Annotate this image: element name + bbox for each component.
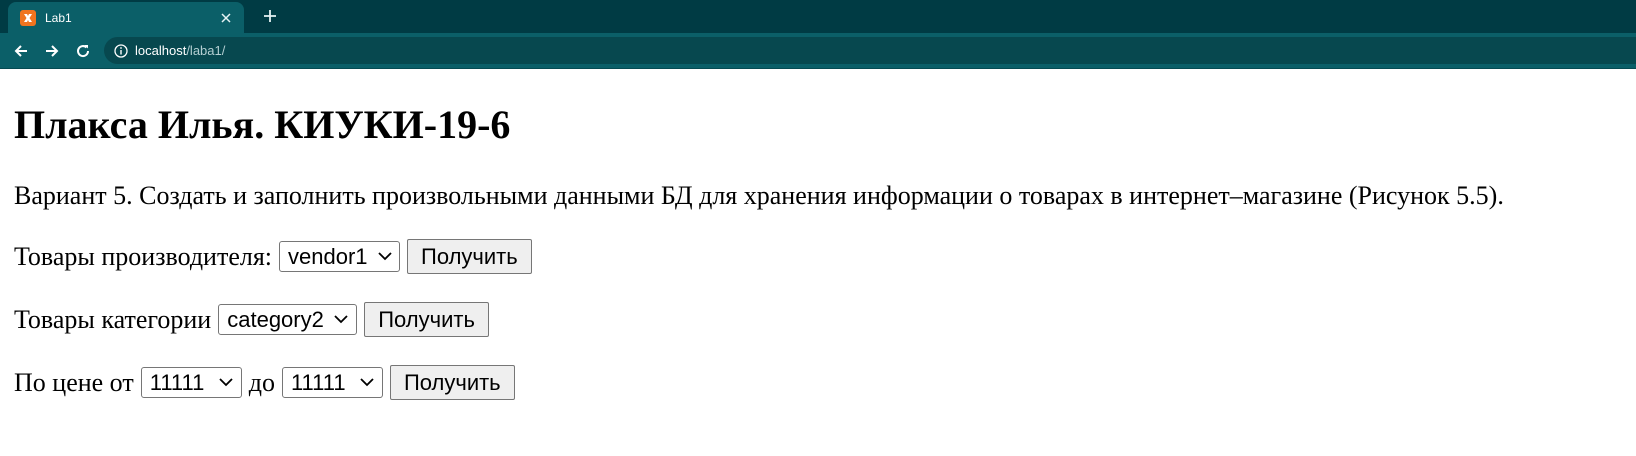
variant-description: Вариант 5. Создать и заполнить произволь… (14, 181, 1504, 210)
vendor-select[interactable]: vendor1 (279, 241, 401, 272)
tab-strip: Lab1 (0, 0, 1636, 33)
get-vendor-button[interactable]: Получить (407, 239, 532, 274)
price-from-select[interactable]: 11111 (140, 367, 242, 398)
back-arrow-icon[interactable] (7, 37, 35, 65)
vendor-label: Товары производителя: (14, 241, 273, 271)
new-tab-icon[interactable] (258, 4, 282, 28)
category-filter-row: Товары категории category2 Получить (14, 302, 489, 337)
chevron-down-icon (219, 378, 233, 387)
xampp-favicon-icon (20, 9, 36, 26)
vendor-filter-row: Товары производителя: vendor1 Получить (14, 239, 532, 274)
chevron-down-icon (360, 378, 374, 387)
address-bar[interactable]: localhost/laba1/ (104, 37, 1636, 64)
page-title: Плакса Илья. КИУКИ-19-6 (14, 102, 511, 147)
price-from-value: 11111 (149, 369, 205, 395)
url-host: localhost (135, 43, 187, 58)
category-label: Товары категории (14, 304, 212, 334)
info-icon[interactable] (114, 43, 128, 58)
tab-title: Lab1 (45, 10, 72, 25)
tab-lab1[interactable]: Lab1 (8, 2, 244, 33)
get-price-button[interactable]: Получить (389, 365, 515, 400)
chevron-down-icon (334, 315, 348, 324)
price-from-label: По цене от (14, 367, 134, 397)
forward-arrow-icon[interactable] (38, 37, 66, 65)
browser-toolbar: localhost/laba1/ (0, 33, 1636, 69)
price-to-select[interactable]: 11111 (281, 367, 383, 398)
vendor-select-value: vendor1 (288, 243, 368, 269)
price-filter-row: По цене от 11111 до 11111 Получить (14, 365, 515, 400)
get-category-button[interactable]: Получить (364, 302, 489, 337)
category-select[interactable]: category2 (218, 304, 358, 335)
url-path: /laba1/ (186, 43, 226, 58)
chevron-down-icon (377, 252, 392, 261)
category-select-value: category2 (227, 306, 324, 332)
close-tab-icon[interactable] (218, 10, 234, 26)
price-to-value: 11111 (290, 369, 346, 395)
reload-icon[interactable] (69, 37, 97, 65)
price-to-label: до (248, 367, 275, 397)
